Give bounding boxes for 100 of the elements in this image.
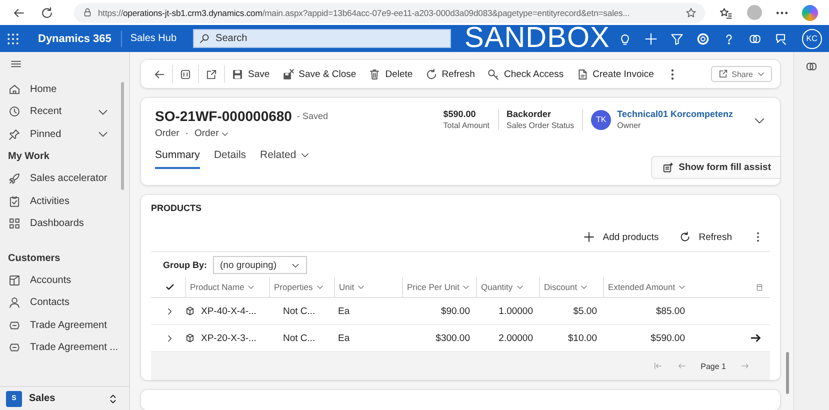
app-name[interactable]: Sales Hub bbox=[130, 33, 185, 44]
form-tab[interactable]: Related bbox=[260, 149, 310, 169]
grid-action-button[interactable]: Refresh bbox=[672, 231, 738, 243]
cube-icon bbox=[185, 333, 195, 343]
reload-icon bbox=[40, 6, 54, 20]
settings-button[interactable] bbox=[696, 32, 710, 46]
command-icon bbox=[424, 68, 438, 80]
chevron-down-icon bbox=[580, 283, 588, 291]
filter-button[interactable] bbox=[670, 32, 684, 46]
entity-name: Order bbox=[155, 128, 180, 139]
scrollbar-thumb[interactable] bbox=[786, 352, 789, 394]
command-button[interactable]: Refresh bbox=[418, 60, 481, 88]
nav-icon bbox=[8, 105, 21, 118]
sidebar-item[interactable]: Pinned bbox=[8, 123, 129, 146]
plus-icon bbox=[582, 231, 595, 243]
sidebar-item[interactable]: Home bbox=[8, 78, 129, 100]
column-header[interactable]: Properties bbox=[269, 277, 334, 298]
first-page-icon bbox=[652, 361, 663, 371]
command-button[interactable]: Delete bbox=[362, 60, 419, 88]
table-cell: $5.00 bbox=[539, 298, 603, 325]
chevron-down-icon bbox=[678, 283, 686, 291]
column-header[interactable]: Quantity bbox=[476, 277, 539, 298]
search-field[interactable]: Search bbox=[192, 29, 451, 48]
cube-icon bbox=[185, 306, 195, 316]
chevron-right-icon bbox=[165, 334, 174, 342]
column-header[interactable]: Price Per Unit bbox=[402, 277, 476, 298]
sidebar-item[interactable]: Dashboards bbox=[8, 212, 129, 235]
form-tab[interactable]: Details bbox=[214, 149, 246, 169]
table-cell: $85.00 bbox=[603, 298, 691, 325]
sidebar-item[interactable]: Contacts bbox=[8, 292, 129, 314]
group-by-label: Group By: bbox=[163, 260, 207, 270]
select-all-checkbox[interactable] bbox=[165, 282, 175, 292]
sidebar-item[interactable]: Trade Agreement bbox=[8, 314, 129, 336]
sidebar-item[interactable]: Recent bbox=[8, 100, 129, 123]
column-header[interactable]: Product Name bbox=[185, 277, 269, 298]
group-by-dropdown[interactable]: (no grouping) bbox=[213, 256, 307, 274]
chevron-right-icon bbox=[165, 306, 174, 316]
header-field-value: Backorder bbox=[506, 109, 552, 119]
app-launcher-button[interactable] bbox=[6, 32, 20, 46]
grid-action-button[interactable]: Add products bbox=[576, 231, 665, 243]
sidebar-group-title: Customers bbox=[8, 252, 62, 266]
sidebar-group-title: My Work bbox=[8, 150, 50, 164]
nav-icon bbox=[8, 172, 21, 186]
command-button[interactable]: Save & Close bbox=[276, 60, 362, 88]
arrow-right-icon bbox=[750, 332, 762, 344]
form-tab[interactable]: Summary bbox=[155, 149, 200, 169]
command-button[interactable]: Create Invoice bbox=[570, 60, 660, 88]
column-header[interactable]: Unit bbox=[334, 277, 402, 298]
pop-out-icon bbox=[205, 68, 218, 80]
form-sparkle-icon bbox=[662, 162, 674, 174]
chevron-down-icon bbox=[357, 283, 366, 291]
header-field-value: $590.00 bbox=[443, 109, 477, 119]
new-button[interactable] bbox=[644, 32, 658, 46]
form-selector[interactable]: Order bbox=[194, 128, 229, 139]
refresh-icon bbox=[678, 231, 691, 243]
table-cell: Ea bbox=[334, 298, 402, 325]
record-title: SO-21WF-000000680 bbox=[155, 108, 292, 124]
scrollbar-thumb[interactable] bbox=[121, 82, 124, 190]
user-avatar[interactable]: KC bbox=[802, 28, 822, 48]
open-record-button[interactable] bbox=[750, 332, 762, 344]
column-header[interactable]: Discount bbox=[539, 277, 603, 298]
chevron-down-icon bbox=[316, 283, 324, 291]
profile-avatar-icon bbox=[746, 5, 762, 20]
table-cell: 1.00000 bbox=[476, 298, 539, 325]
command-button[interactable]: Save bbox=[225, 60, 276, 88]
plus-icon bbox=[644, 32, 658, 46]
header-field-label: Sales Order Status bbox=[506, 121, 574, 130]
chevron-down-icon bbox=[462, 283, 470, 291]
chevron-down-icon bbox=[516, 283, 524, 291]
form-fill-assist-button[interactable]: Show form fill assist bbox=[650, 156, 781, 179]
search-icon bbox=[198, 33, 210, 44]
nav-icon bbox=[8, 274, 21, 287]
checkmark-icon bbox=[165, 282, 175, 292]
command-icon bbox=[486, 68, 500, 80]
star-list-icon bbox=[719, 6, 733, 20]
filter-icon bbox=[670, 32, 684, 46]
chevron-down-icon bbox=[757, 70, 765, 78]
product-name[interactable]: Dynamics 365 bbox=[28, 30, 122, 46]
table-cell: Not C... bbox=[269, 298, 334, 325]
chat-button[interactable] bbox=[774, 32, 788, 46]
back-arrow-icon bbox=[153, 68, 166, 80]
command-button[interactable]: Check Access bbox=[480, 60, 570, 88]
column-header[interactable]: Extended Amount bbox=[603, 277, 691, 298]
share-button[interactable]: Share bbox=[710, 66, 772, 82]
form-icon bbox=[179, 68, 192, 80]
owner-link[interactable]: Technical01 Korcompetenz bbox=[617, 109, 733, 119]
sidebar-item[interactable]: Sales accelerator bbox=[8, 168, 129, 190]
environment-label: SANDBOX bbox=[464, 25, 610, 52]
command-icon bbox=[282, 68, 295, 80]
sidebar-item[interactable]: Accounts bbox=[8, 269, 129, 292]
sidebar-item[interactable]: Activities bbox=[8, 190, 129, 212]
star-icon bbox=[685, 6, 697, 18]
address-bar[interactable]: https://operations-jt-sb1.crm3.dynamics.com/main.aspx?appid=13b64acc-07e9-ee11-a203-000d3a09d083&pagetype=entityrecord&etn=sales... bbox=[74, 2, 705, 22]
lock-icon bbox=[82, 7, 93, 18]
nav-icon bbox=[8, 296, 21, 310]
nav-icon bbox=[8, 82, 21, 96]
command-icon bbox=[231, 68, 244, 80]
sidebar-item[interactable]: Trade Agreement ... bbox=[8, 336, 129, 359]
save-status: - Saved bbox=[296, 111, 328, 121]
share-icon bbox=[718, 69, 728, 79]
